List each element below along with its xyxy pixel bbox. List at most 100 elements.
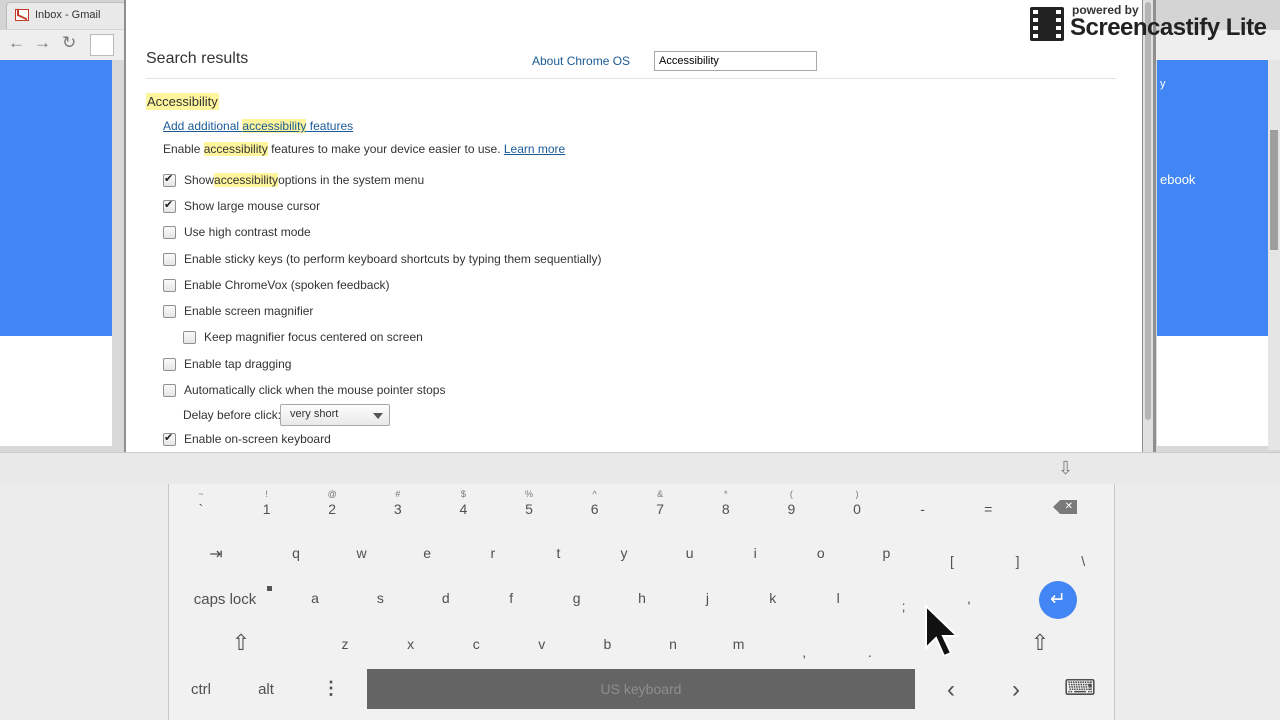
checkbox[interactable] <box>163 357 176 371</box>
option-show-accessibility-menu[interactable]: Show accessibility options in the system… <box>163 170 424 190</box>
more-icon[interactable]: ⋮ <box>322 678 340 699</box>
key[interactable]: - <box>920 487 925 517</box>
reload-icon[interactable]: ↻ <box>62 33 76 53</box>
key[interactable]: w <box>357 545 367 561</box>
key[interactable]: s <box>377 590 384 606</box>
space-key[interactable]: US keyboard <box>367 669 915 709</box>
key[interactable]: ) 0 <box>853 487 861 517</box>
key[interactable]: , <box>802 644 806 660</box>
key-label: = <box>984 501 993 517</box>
key[interactable]: n <box>669 636 677 652</box>
key[interactable]: & 7 <box>656 487 664 517</box>
key[interactable]: a <box>311 590 319 606</box>
key[interactable]: . <box>868 644 872 660</box>
background-right-text: ebook <box>1160 172 1196 187</box>
key[interactable]: p <box>882 545 890 561</box>
forward-icon[interactable]: → <box>34 33 51 53</box>
arrow-left-key[interactable]: ‹ <box>947 676 955 704</box>
omnibox[interactable] <box>90 34 114 56</box>
alt-key[interactable]: alt <box>258 681 274 698</box>
checkbox[interactable] <box>163 172 176 187</box>
key[interactable]: m <box>733 636 745 652</box>
option-tap-dragging[interactable]: Enable tap dragging <box>163 354 291 374</box>
key[interactable]: x <box>407 636 414 652</box>
checkbox[interactable] <box>163 383 176 397</box>
option-large-mouse-cursor[interactable]: Show large mouse cursor <box>163 196 320 216</box>
key[interactable]: e <box>423 545 431 561</box>
key[interactable]: q <box>292 545 300 561</box>
checkbox[interactable] <box>163 252 176 266</box>
checkbox[interactable] <box>183 330 196 344</box>
key[interactable]: @2 <box>328 487 337 517</box>
key[interactable]: v <box>538 636 545 652</box>
add-accessibility-features-link[interactable]: Add additional accessibility features <box>163 119 353 133</box>
key[interactable]: f <box>509 590 513 606</box>
caps-lock-key[interactable]: caps lock <box>194 591 257 608</box>
key[interactable]: z <box>342 636 349 652</box>
arrow-right-key[interactable]: › <box>1012 676 1020 704</box>
key[interactable]: $4 <box>459 487 467 517</box>
dialog-scrollbar-thumb[interactable] <box>1145 2 1151 420</box>
key[interactable]: ] <box>1016 553 1020 569</box>
shift-right-key[interactable]: ⇧ <box>1031 630 1049 656</box>
add-link-text-pre: Add additional <box>163 119 243 133</box>
key[interactable]: [ <box>950 553 954 569</box>
key[interactable]: (9 <box>787 487 795 517</box>
key[interactable]: y <box>621 545 628 561</box>
checkbox[interactable] <box>163 278 176 292</box>
keyboard-hide-icon[interactable]: ⌨ <box>1064 675 1096 701</box>
key[interactable]: r <box>490 545 495 561</box>
key[interactable]: h <box>638 590 646 606</box>
shift-left-key[interactable]: ⇧ <box>232 630 250 656</box>
search-input[interactable] <box>654 51 817 71</box>
learn-more-link[interactable]: Learn more <box>504 142 565 156</box>
key-label: t <box>556 545 561 561</box>
key[interactable]: % 5 <box>525 487 533 517</box>
key[interactable]: ' <box>968 598 971 614</box>
checkbox[interactable] <box>163 198 176 213</box>
ctrl-key[interactable]: ctrl <box>191 681 211 698</box>
key-label: ` <box>198 501 204 517</box>
arrow-down-icon[interactable]: ⇩ <box>1058 458 1073 479</box>
key[interactable]: ~ ` <box>198 487 203 517</box>
key[interactable]: = <box>984 487 992 517</box>
key[interactable]: l <box>837 590 840 606</box>
back-icon[interactable]: ← <box>8 33 25 53</box>
key-label: y <box>620 545 628 561</box>
option-auto-click[interactable]: Automatically click when the mouse point… <box>163 380 445 400</box>
key[interactable]: #3 <box>394 487 402 517</box>
delay-before-click-select[interactable]: very short <box>280 404 390 426</box>
option-magnifier-focus-centered[interactable]: Keep magnifier focus centered on screen <box>183 327 423 347</box>
key[interactable]: ! 1 <box>263 487 271 517</box>
key[interactable]: g <box>573 590 581 606</box>
key[interactable]: b <box>603 636 611 652</box>
background-tab-gmail[interactable]: Inbox - Gmail <box>6 2 126 29</box>
option-screen-magnifier[interactable]: Enable screen magnifier <box>163 301 313 321</box>
key[interactable]: d <box>442 590 450 606</box>
key[interactable]: o <box>817 545 825 561</box>
film-icon <box>1030 7 1064 41</box>
background-scrollbar[interactable] <box>1268 60 1280 450</box>
option-high-contrast[interactable]: Use high contrast mode <box>163 222 311 242</box>
background-scrollbar-thumb[interactable] <box>1270 130 1278 250</box>
key[interactable]: * 8 <box>722 487 730 517</box>
key[interactable]: t <box>556 545 560 561</box>
key[interactable]: c <box>473 636 480 652</box>
key[interactable]: ; <box>902 598 906 614</box>
key[interactable]: i <box>754 545 757 561</box>
key[interactable]: ^ 6 <box>591 487 599 517</box>
checkbox[interactable] <box>163 431 176 446</box>
option-chromevox[interactable]: Enable ChromeVox (spoken feedback) <box>163 275 389 295</box>
checkbox[interactable] <box>163 304 176 318</box>
key[interactable]: k <box>769 590 776 606</box>
enter-key[interactable]: ↵ <box>1039 581 1077 619</box>
option-onscreen-keyboard[interactable]: Enable on-screen keyboard <box>163 429 331 449</box>
key[interactable]: j <box>706 590 709 606</box>
key[interactable]: u <box>686 545 694 561</box>
checkbox[interactable] <box>163 225 176 239</box>
key-label: u <box>685 545 694 561</box>
key[interactable]: \ <box>1081 553 1085 569</box>
option-sticky-keys[interactable]: Enable sticky keys (to perform keyboard … <box>163 249 602 269</box>
about-chrome-os-link[interactable]: About Chrome OS <box>532 54 630 68</box>
tab-key[interactable]: ⇥ <box>209 544 222 564</box>
